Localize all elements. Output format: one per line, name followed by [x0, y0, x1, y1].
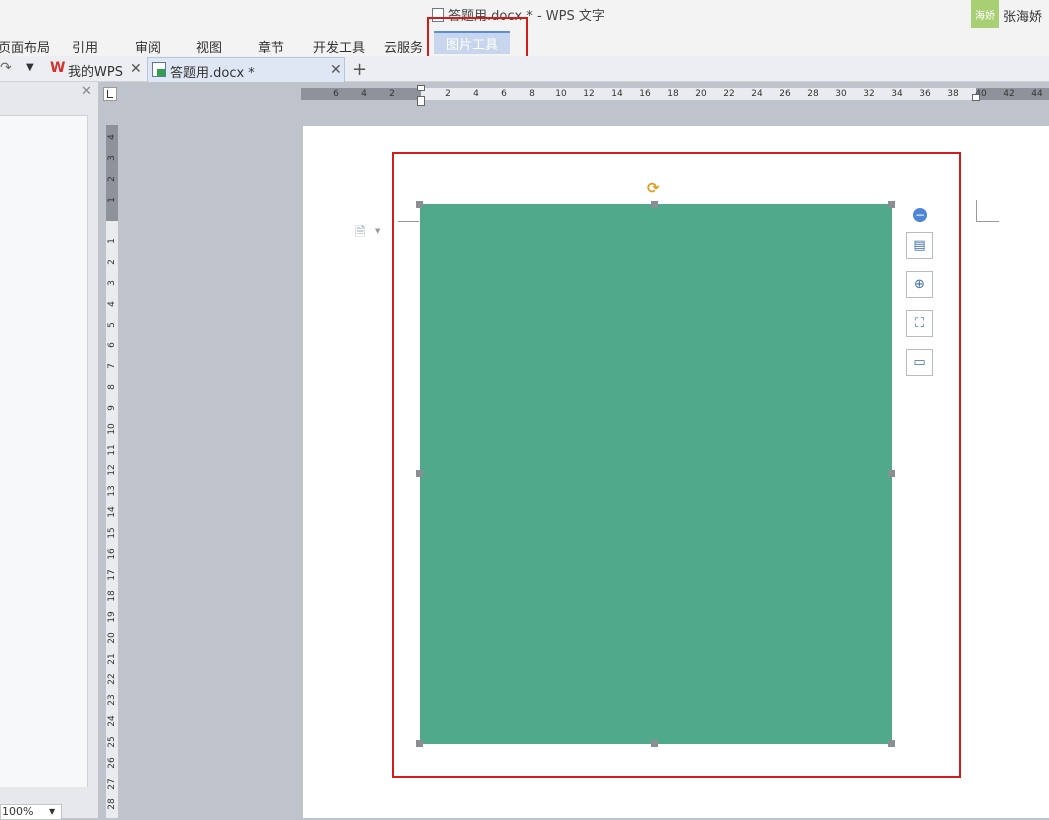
ruler-tick-label: 19: [107, 611, 117, 623]
right-indent-marker[interactable]: [972, 94, 980, 101]
tab-view[interactable]: 视图: [196, 37, 222, 56]
ruler-tick-label: 34: [891, 89, 903, 99]
tab-cloud-service[interactable]: 云服务: [384, 37, 423, 56]
ruler-tick-label: 12: [583, 89, 595, 99]
ruler-tick-label: 42: [1003, 89, 1015, 99]
ruler-tick-label: 22: [107, 673, 117, 685]
ruler-tick-label: 14: [611, 89, 623, 99]
ruler-tick-label: 8: [529, 89, 535, 99]
ruler-tick-label: 3: [107, 155, 117, 161]
redo-icon[interactable]: ↷: [0, 60, 12, 76]
ruler-tick-label: 4: [361, 89, 367, 99]
ruler-tick-label: 11: [107, 444, 117, 456]
ruler-tick-label: 3: [107, 280, 117, 286]
ruler-tick-label: 17: [107, 569, 117, 581]
ruler-tick-label: 16: [107, 548, 117, 560]
tab-my-wps-label: 我的WPS: [68, 65, 123, 80]
ruler-tick-label: 24: [751, 89, 763, 99]
panel-splitter[interactable]: [98, 82, 103, 818]
ruler-tick-label: 13: [107, 485, 117, 497]
user-avatar[interactable]: 海娇: [971, 0, 999, 28]
ruler-tick-label: 26: [779, 89, 791, 99]
ruler-tick-label: 32: [863, 89, 875, 99]
ruler-tick-label: 20: [107, 632, 117, 644]
tab-document[interactable]: 答题用.docx * ✕: [147, 57, 345, 82]
ruler-tick-label: 23: [107, 694, 117, 706]
panel-close-icon[interactable]: ✕: [81, 84, 92, 99]
ruler-tick-label: 2: [107, 259, 117, 265]
ruler-tick-label: 18: [107, 590, 117, 602]
ruler-tick-label: 16: [639, 89, 651, 99]
chevron-down-icon[interactable]: ▼: [375, 227, 380, 235]
chevron-down-icon: ▼: [49, 807, 56, 816]
close-icon[interactable]: ✕: [330, 62, 342, 78]
new-tab-button[interactable]: +: [352, 59, 367, 80]
ruler-tick-label: 25: [107, 736, 117, 748]
ruler-tick-label: 28: [107, 798, 117, 810]
tab-review[interactable]: 审阅: [135, 37, 161, 56]
ruler-tick-label: 21: [107, 653, 117, 665]
margin-corner-right: [976, 200, 999, 222]
ruler-tick-label: 2: [389, 89, 395, 99]
ruler-tick-label: 30: [835, 89, 847, 99]
tab-document-label: 答题用.docx *: [170, 66, 255, 81]
ruler-tick-label: 6: [107, 342, 117, 348]
tab-stop-selector[interactable]: [103, 87, 117, 101]
ruler-tick-label: 22: [723, 89, 735, 99]
zoom-value: 100%: [2, 805, 34, 818]
ruler-tick-label: 44: [1031, 89, 1043, 99]
docx-file-icon: [152, 62, 166, 77]
ruler-tick-label: 10: [107, 423, 117, 435]
ruler-tick-label: 1: [107, 238, 117, 244]
ruler-tick-label: 4: [473, 89, 479, 99]
nav-pane-content: [0, 115, 88, 787]
left-indent-marker[interactable]: [417, 96, 425, 106]
highlight-box-picture: [392, 152, 961, 778]
ruler-tick-label: 5: [107, 322, 117, 328]
ruler-tick-label: 10: [555, 89, 567, 99]
tab-references[interactable]: 引用: [72, 37, 98, 56]
user-name[interactable]: 张海娇: [1003, 6, 1042, 25]
ruler-tick-label: 15: [107, 527, 117, 539]
ruler-tick-label: 14: [107, 506, 117, 518]
ruler-tick-label: 2: [445, 89, 451, 99]
ruler-tick-label: 18: [667, 89, 679, 99]
ruler-tick-label: 20: [695, 89, 707, 99]
ruler-tick-label: 28: [807, 89, 819, 99]
first-line-indent-marker[interactable]: [417, 85, 425, 91]
ruler-tick-label: 4: [107, 134, 117, 140]
ruler-tick-label: 36: [919, 89, 931, 99]
ruler-tick-label: 38: [947, 89, 959, 99]
vertical-ruler-text-area: [106, 221, 118, 818]
ruler-tick-label: 27: [107, 778, 117, 790]
dropdown-arrow-icon[interactable]: ▼: [26, 62, 34, 73]
close-icon[interactable]: ✕: [130, 61, 142, 77]
tab-chapter[interactable]: 章节: [258, 37, 284, 56]
tab-page-layout[interactable]: 页面布局: [0, 37, 50, 56]
tab-my-wps[interactable]: W 我的WPS ✕: [46, 58, 146, 80]
ruler-tick-label: 6: [501, 89, 507, 99]
tab-developer-tools[interactable]: 开发工具: [313, 37, 365, 56]
ruler-tick-label: 6: [333, 89, 339, 99]
tab-stop-icon: [107, 90, 113, 98]
wps-logo-icon: W: [50, 60, 66, 76]
ruler-tick-label: 9: [107, 405, 117, 411]
ruler-tick-label: 26: [107, 757, 117, 769]
paragraph-icon[interactable]: 🗎: [355, 223, 365, 245]
ruler-tick-label: 4: [107, 301, 117, 307]
ruler-tick-label: 24: [107, 715, 117, 727]
ruler-tick-label: 12: [107, 464, 117, 476]
ruler-tick-label: 2: [107, 176, 117, 182]
ruler-tick-label: 7: [107, 363, 117, 369]
ruler-tick-label: 1: [107, 197, 117, 203]
ruler-tick-label: 8: [107, 384, 117, 390]
